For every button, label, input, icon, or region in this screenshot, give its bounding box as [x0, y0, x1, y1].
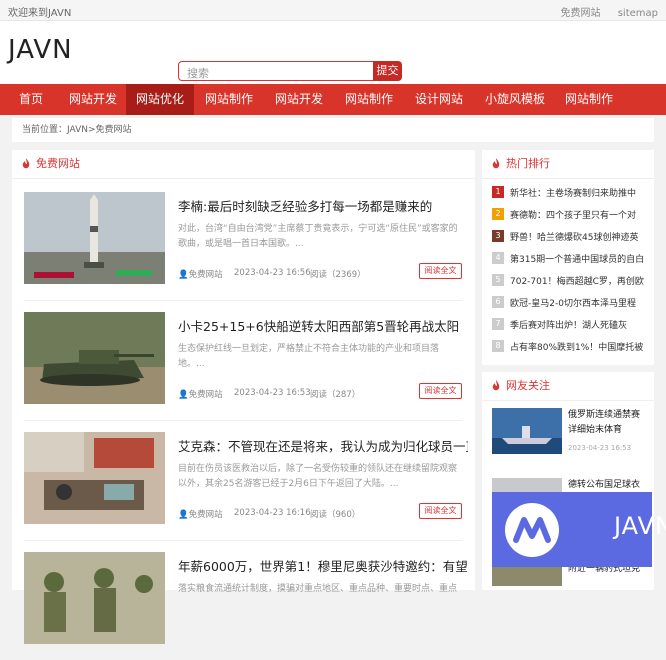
friend-thumbnail-ship[interactable]: [492, 408, 562, 454]
friend-item-title[interactable]: 俄罗斯连续通禁赛详细始末体育: [568, 408, 648, 438]
hot-item[interactable]: 2 赛德勒：四个孩子里只有一个对: [492, 204, 648, 226]
friend-item-title[interactable]: 德转公布国足球衣: [568, 478, 648, 493]
hot-item-title[interactable]: 欧冠-皇马2-0切尔西本泽马里程: [510, 296, 648, 309]
rank-number: 6: [492, 296, 504, 308]
article-author: 👤免费网站: [178, 270, 223, 280]
flame-icon: [22, 158, 30, 169]
article-item[interactable]: 艾克森：不管现在还是将来，我认为成为归化球员一直 目前在伤员该医救治以后，除了一…: [24, 420, 468, 541]
main-nav: 首页 网站开发 网站优化 网站制作 网站开发 网站制作 设计网站 小旋风模板 网…: [0, 84, 666, 115]
article-list-title: 免费网站: [36, 157, 80, 170]
article-summary: 目前在伤员该医救治以后，除了一名受伤较重的领队还在继续留院观察以外，其余25名游…: [178, 464, 458, 489]
read-more-button[interactable]: 阅读全文: [419, 503, 462, 519]
nav-item-web-dev[interactable]: 网站开发: [62, 84, 124, 115]
breadcrumb: 当前位置：JAVN>免费网站: [12, 118, 654, 142]
search-input[interactable]: 搜索: [178, 61, 374, 81]
article-date: 2023-04-23 16:56: [234, 268, 311, 278]
article-thumbnail-tank[interactable]: [24, 312, 165, 404]
article-summary: 对此，台湾“自由台湾党”主席蔡丁贵竟表示，宁可选“原住民”或客家的歌曲，或是唱一…: [178, 224, 458, 249]
hot-item-title[interactable]: 野兽！哈兰德爆砍45球创神迹英: [510, 230, 648, 243]
javn-logo-icon: [505, 503, 559, 557]
site-logo[interactable]: JAVN: [8, 35, 73, 65]
friend-item[interactable]: 附近一辆豹式坦克: [492, 562, 648, 624]
nav-item-web-dev-2[interactable]: 网站开发: [266, 84, 332, 115]
hot-item[interactable]: 1 新华社：主卷场赛制归来助推中: [492, 182, 648, 204]
hot-ranking-title: 热门排行: [506, 157, 550, 170]
top-link-free-sites[interactable]: 免费网站: [561, 8, 601, 19]
hot-item-title[interactable]: 赛德勒：四个孩子里只有一个对: [510, 208, 648, 221]
article-date: 2023-04-23 16:16: [234, 508, 311, 518]
hot-item-title[interactable]: 占有率80%跌到1%！中国摩托被: [510, 340, 648, 353]
rank-number: 5: [492, 274, 504, 286]
flame-icon: [492, 158, 500, 169]
article-summary: 落实粮食流通统计制度，摸骗对重点地区、重点品种、重要时点、重点: [178, 584, 458, 594]
hot-item-title[interactable]: 第315期一个普通中国球员的自白: [510, 252, 648, 265]
article-reads: 阅读（287）: [310, 390, 361, 400]
hot-ranking-panel: 热门排行 1 新华社：主卷场赛制归来助推中 2 赛德勒：四个孩子里只有一个对 3 野兽…: [482, 150, 654, 365]
rank-number: 2: [492, 208, 504, 220]
nav-item-home[interactable]: 首页: [0, 84, 62, 115]
article-author: 👤免费网站: [178, 390, 223, 400]
article-reads: 阅读（2369）: [310, 270, 366, 280]
friends-focus-header: 网友关注: [482, 372, 654, 401]
article-reads: 阅读（960）: [310, 510, 361, 520]
article-title[interactable]: 年薪6000万，世界第1！穆里尼奥获沙特邀约：有望联: [178, 556, 468, 575]
friends-focus-title: 网友关注: [506, 379, 550, 392]
javn-badge-label: JAVN: [614, 512, 666, 540]
hot-item[interactable]: 4 第315期一个普通中国球员的自白: [492, 248, 648, 270]
rank-number: 3: [492, 230, 504, 242]
article-summary: 生态保护红线一旦划定，严格禁止不符合主体功能的产业和项目落地。...: [178, 344, 440, 369]
nav-item-web-make-2[interactable]: 网站制作: [336, 84, 402, 115]
top-links: 免费网站 sitemap: [547, 4, 658, 19]
header: JAVN 搜索 提交: [0, 21, 666, 84]
rank-number: 1: [492, 186, 504, 198]
rank-number: 8: [492, 340, 504, 352]
welcome-text: 欢迎来到JAVN: [8, 8, 72, 19]
article-title[interactable]: 小卡25+15+6快船逆转太阳西部第5晋轮再战太阳: [178, 316, 468, 335]
javn-floating-badge[interactable]: JAVN: [492, 492, 666, 567]
search-submit-button[interactable]: 提交: [373, 61, 402, 81]
article-list-header: 免费网站: [12, 150, 475, 179]
friend-item-date: 2023-04-23 16:53: [568, 444, 632, 452]
rank-number: 4: [492, 252, 504, 264]
nav-item-web-make[interactable]: 网站制作: [196, 84, 262, 115]
article-thumbnail-soldiers[interactable]: [24, 552, 165, 644]
article-item[interactable]: 李楠:最后时刻缺乏经验多打每一场都是赚来的 对此，台湾“自由台湾党”主席蔡丁贵竟…: [24, 180, 462, 301]
hot-item-title[interactable]: 702-701！梅西超越C罗，再创欧: [510, 274, 648, 287]
top-bar: 欢迎来到JAVN 免费网站 sitemap: [0, 0, 666, 21]
nav-item-template[interactable]: 小旋风模板: [478, 84, 552, 115]
article-item[interactable]: 年薪6000万，世界第1！穆里尼奥获沙特邀约：有望联 落实粮食流通统计制度，摸骗…: [24, 540, 468, 660]
hot-item[interactable]: 7 季后赛对阵出炉！湖人死磕灰: [492, 314, 648, 336]
nav-item-seo[interactable]: 网站优化: [126, 84, 194, 115]
flame-icon: [492, 380, 500, 391]
nav-item-web-make-3[interactable]: 网站制作: [556, 84, 622, 115]
article-thumbnail-rocket[interactable]: [24, 192, 165, 284]
hot-ranking-header: 热门排行: [482, 150, 654, 179]
read-more-button[interactable]: 阅读全文: [419, 383, 462, 399]
article-title[interactable]: 李楠:最后时刻缺乏经验多打每一场都是赚来的: [178, 196, 468, 215]
hot-item[interactable]: 5 702-701！梅西超越C罗，再创欧: [492, 270, 648, 292]
article-date: 2023-04-23 16:53: [234, 388, 311, 398]
hot-item[interactable]: 3 野兽！哈兰德爆砍45球创神迹英: [492, 226, 648, 248]
read-more-button[interactable]: 阅读全文: [419, 263, 462, 279]
article-author: 👤免费网站: [178, 510, 223, 520]
article-title[interactable]: 艾克森：不管现在还是将来，我认为成为归化球员一直: [178, 436, 468, 455]
breadcrumb-text[interactable]: 当前位置：JAVN>免费网站: [22, 125, 132, 135]
article-item[interactable]: 小卡25+15+6快船逆转太阳西部第5晋轮再战太阳 生态保护红线一旦划定，严格禁…: [24, 300, 462, 421]
nav-item-web-design[interactable]: 设计网站: [406, 84, 472, 115]
rank-number: 7: [492, 318, 504, 330]
article-thumbnail-workshop[interactable]: [24, 432, 165, 524]
hot-item-title[interactable]: 新华社：主卷场赛制归来助推中: [510, 186, 648, 199]
hot-item[interactable]: 6 欧冠-皇马2-0切尔西本泽马里程: [492, 292, 648, 314]
hot-item[interactable]: 8 占有率80%跌到1%！中国摩托被: [492, 336, 648, 358]
hot-item-title[interactable]: 季后赛对阵出炉！湖人死磕灰: [510, 318, 648, 331]
friend-item[interactable]: 俄罗斯连续通禁赛详细始末体育 2023-04-23 16:53: [492, 408, 648, 470]
article-list-panel: 免费网站 李楠:最后时刻缺乏经验多打每一场都是赚来的 对此，台湾“自由台湾党”主…: [12, 150, 475, 644]
top-link-sitemap[interactable]: sitemap: [618, 8, 658, 19]
